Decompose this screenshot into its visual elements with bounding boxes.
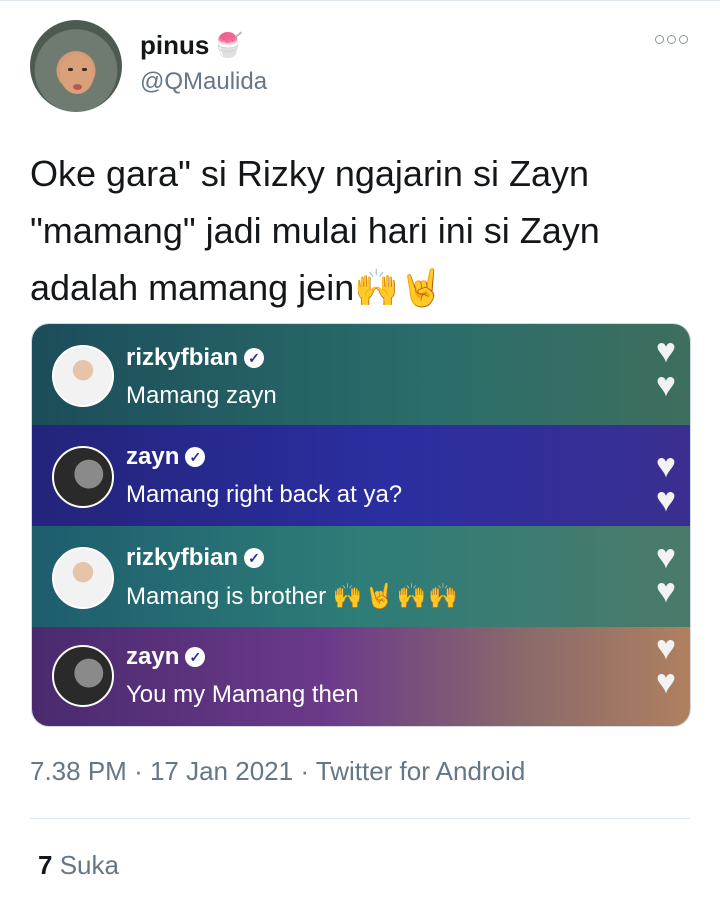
comment-username-row: zayn ✓	[126, 643, 206, 671]
verified-icon: ✓	[244, 348, 265, 368]
avatar-eye	[82, 68, 87, 71]
commenter-avatar	[52, 645, 114, 707]
comment-text: Mamang zayn	[126, 382, 277, 409]
display-name[interactable]: pinus	[140, 30, 209, 61]
name-emoji: 🍧	[213, 32, 244, 59]
commenter-avatar	[52, 547, 114, 609]
avatar[interactable]	[30, 20, 122, 112]
verified-icon: ✓	[244, 548, 265, 568]
likes-count[interactable]: 7 Suka	[38, 850, 119, 881]
more-options-icon[interactable]	[655, 35, 688, 44]
comment-row: rizkyfbian ✓ Mamang is brother 🙌🤘🙌🙌 ♥ ♥	[32, 526, 690, 627]
comment-row: zayn ✓ You my Mamang then ♥ ♥	[32, 627, 690, 726]
tweet-text: Oke gara" si Rizky ngajarin si Zayn "mam…	[30, 153, 600, 308]
handle[interactable]: @QMaulida	[140, 68, 267, 96]
comment-username: rizkyfbian	[126, 544, 239, 571]
verified-icon: ✓	[185, 447, 206, 467]
comment-username-row: zayn ✓	[126, 443, 206, 471]
meta-separator: ·	[134, 756, 150, 786]
more-dot	[679, 35, 688, 44]
meta-separator: ·	[300, 756, 316, 786]
comment-text: Mamang right back at ya?	[126, 481, 403, 508]
verified-icon: ✓	[185, 647, 206, 667]
author-name-row[interactable]: pinus 🍧	[140, 30, 243, 61]
heart-icon: ♥ ♥	[655, 447, 676, 519]
tweet-date: 17 Jan 2021	[149, 756, 294, 786]
tweet-meta: 7.38 PM · 17 Jan 2021 · Twitter for Andr…	[30, 756, 525, 787]
top-divider	[0, 0, 720, 1]
comment-username: zayn	[126, 643, 180, 670]
comment-row: zayn ✓ Mamang right back at ya? ♥ ♥	[32, 425, 690, 526]
heart-icon: ♥ ♥	[655, 538, 676, 610]
likes-label: Suka	[59, 850, 119, 880]
commenter-avatar	[52, 446, 114, 508]
comment-emojis: 🙌🤘🙌🙌	[332, 583, 461, 610]
comment-row: rizkyfbian ✓ Mamang zayn ♥ ♥	[32, 324, 690, 425]
comment-username-row: rizkyfbian ✓	[126, 344, 265, 372]
comment-text: You my Mamang then	[126, 681, 359, 708]
tweet-media[interactable]: rizkyfbian ✓ Mamang zayn ♥ ♥ zayn ✓ Maman…	[31, 323, 691, 727]
more-dot	[655, 35, 664, 44]
heart-icon: ♥ ♥	[655, 629, 676, 701]
comment-text: Mamang is brother	[126, 583, 327, 610]
commenter-avatar	[52, 345, 114, 407]
likes-number: 7	[38, 850, 53, 880]
tweet-time: 7.38 PM	[30, 756, 127, 786]
divider	[30, 818, 690, 819]
comment-username: rizkyfbian	[126, 344, 239, 371]
avatar-mouth	[73, 84, 82, 90]
avatar-eye	[68, 68, 73, 71]
comment-username: zayn	[126, 443, 180, 470]
more-dot	[667, 35, 676, 44]
comment-text-row: Mamang is brother 🙌🤘🙌🙌	[126, 582, 460, 611]
heart-icon: ♥ ♥	[655, 332, 676, 404]
comment-username-row: rizkyfbian ✓	[126, 544, 265, 572]
tweet-source[interactable]: Twitter for Android	[316, 756, 526, 786]
